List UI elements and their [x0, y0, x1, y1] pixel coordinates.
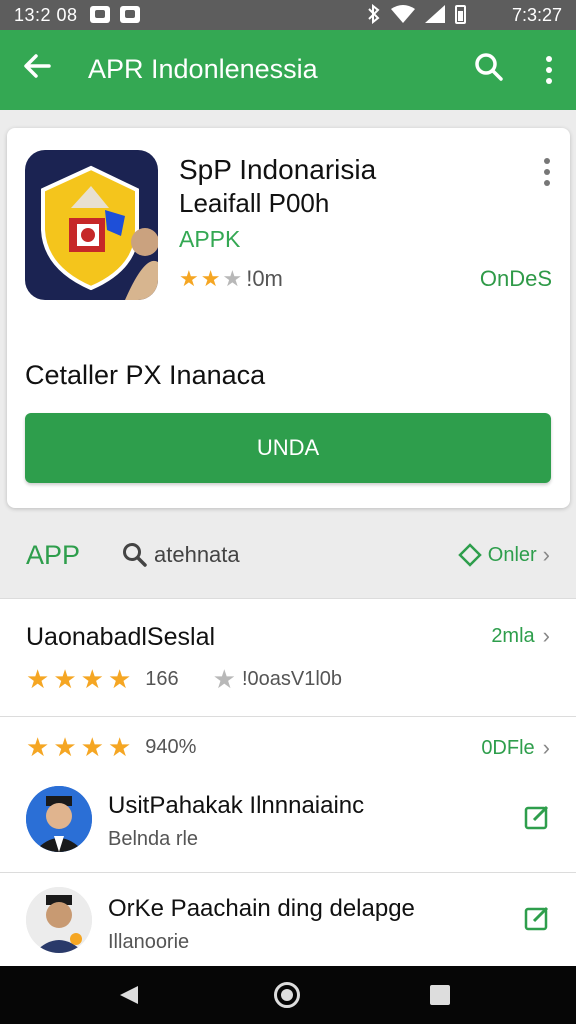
list-item-meta-text: !0oasV1l0b [241, 667, 343, 690]
star-icon: ★ [80, 732, 104, 762]
person-item[interactable]: OrKe Paachain ding delapge Illanoorie [0, 872, 576, 966]
app-rating: ★ ★ ★ !0m [179, 266, 283, 292]
star-icon: ★ [179, 266, 199, 291]
app-caption: Cetaller PX Inanaca [25, 360, 266, 390]
install-button[interactable]: UNDA [25, 413, 551, 483]
nav-recents-icon[interactable] [430, 985, 450, 1005]
section-search-text: atehnata [154, 542, 240, 567]
app-title: SpP Indonarisia [179, 154, 377, 185]
status-bar: 13:2 08 7:3:27 [0, 0, 576, 30]
app-bar-title: APR Indonlenessia [88, 54, 318, 84]
app-list: UaonabadlSeslal 2mla › ★ ★ ★ ★ 166 ★ !0o… [0, 598, 576, 966]
section-header: APP atehnata Onler › [0, 520, 576, 596]
chevron-right-icon: › [542, 735, 550, 760]
star-icon: ★ [26, 664, 50, 694]
star-icon: ★ [53, 732, 77, 762]
back-arrow-icon[interactable] [22, 50, 52, 90]
rating-count: !0m [246, 266, 283, 291]
list-item[interactable]: ★ ★ ★ ★ 940% 0DFle › [0, 716, 576, 780]
section-link[interactable]: Onler › [457, 542, 550, 568]
app-status-label: OnDeS [479, 266, 552, 291]
search-icon [123, 543, 147, 567]
section-link-label: Onler [487, 543, 537, 566]
wifi-icon [391, 5, 415, 23]
star-half-icon: ★ [107, 664, 132, 694]
more-vert-icon[interactable] [544, 56, 554, 89]
star-half-icon: ★ [107, 732, 132, 762]
person-item[interactable]: UsitPahakak Ilnnnaiainc Belnda rle [0, 780, 576, 872]
bluetooth-icon [368, 4, 380, 24]
section-search[interactable]: atehnata [122, 542, 240, 568]
star-icon: ★ [26, 732, 50, 762]
signal-icon [425, 5, 445, 23]
more-vert-icon[interactable] [544, 158, 550, 191]
list-item-link-label: 2mla [491, 624, 535, 647]
list-item-count: 166 [145, 667, 179, 690]
search-icon[interactable] [474, 52, 504, 87]
diamond-icon [457, 543, 482, 567]
list-item-rating: ★ ★ ★ ★ 940% [26, 733, 196, 761]
star-icon: ★ [53, 664, 77, 694]
list-item-rating: ★ ★ ★ ★ 166 ★ !0oasV1l0b [26, 665, 342, 693]
edit-icon[interactable] [524, 905, 550, 931]
avatar [26, 887, 92, 953]
edit-icon[interactable] [524, 804, 550, 830]
status-clock: 7:3:27 [511, 5, 562, 25]
avatar [26, 786, 92, 852]
chevron-right-icon: › [542, 623, 550, 648]
status-time: 13:2 08 [14, 5, 78, 25]
person-subtitle: Belnda rle [108, 828, 199, 850]
nav-home-icon[interactable] [274, 982, 300, 1008]
battery-icon [455, 4, 466, 24]
navigation-bar [0, 966, 576, 1024]
person-subtitle: Illanoorie [108, 931, 190, 953]
list-item[interactable]: UaonabadlSeslal 2mla › ★ ★ ★ ★ 166 ★ !0o… [0, 598, 576, 716]
list-item-title: UaonabadlSeslal [26, 623, 216, 651]
star-empty-icon: ★ [212, 664, 236, 694]
list-item-link[interactable]: 2mla › [491, 623, 550, 649]
app-card: SpP Indonarisia Leaifall P00h APPK ★ ★ ★… [7, 128, 570, 508]
chevron-right-icon: › [542, 542, 550, 567]
app-bar: APR Indonlenessia [0, 30, 576, 110]
app-logo [25, 150, 158, 300]
star-empty-icon: ★ [222, 266, 243, 291]
notification-icon [90, 6, 110, 23]
person-name: OrKe Paachain ding delapge [108, 895, 415, 922]
nav-back-icon[interactable] [118, 984, 140, 1011]
notification-icon [120, 6, 140, 23]
list-item-meta: ★ !0oasV1l0b [213, 665, 342, 693]
list-item-link-label: 0DFle [481, 736, 535, 759]
app-developer[interactable]: Leaifall P00h [179, 188, 329, 219]
star-half-icon: ★ [200, 266, 221, 291]
star-icon: ★ [80, 664, 104, 694]
app-category: APPK [179, 226, 241, 252]
list-item-link[interactable]: 0DFle › [481, 735, 550, 761]
section-title[interactable]: APP [26, 540, 80, 571]
list-item-count: 940% [145, 735, 197, 758]
person-name: UsitPahakak Ilnnnaiainc [108, 792, 365, 819]
